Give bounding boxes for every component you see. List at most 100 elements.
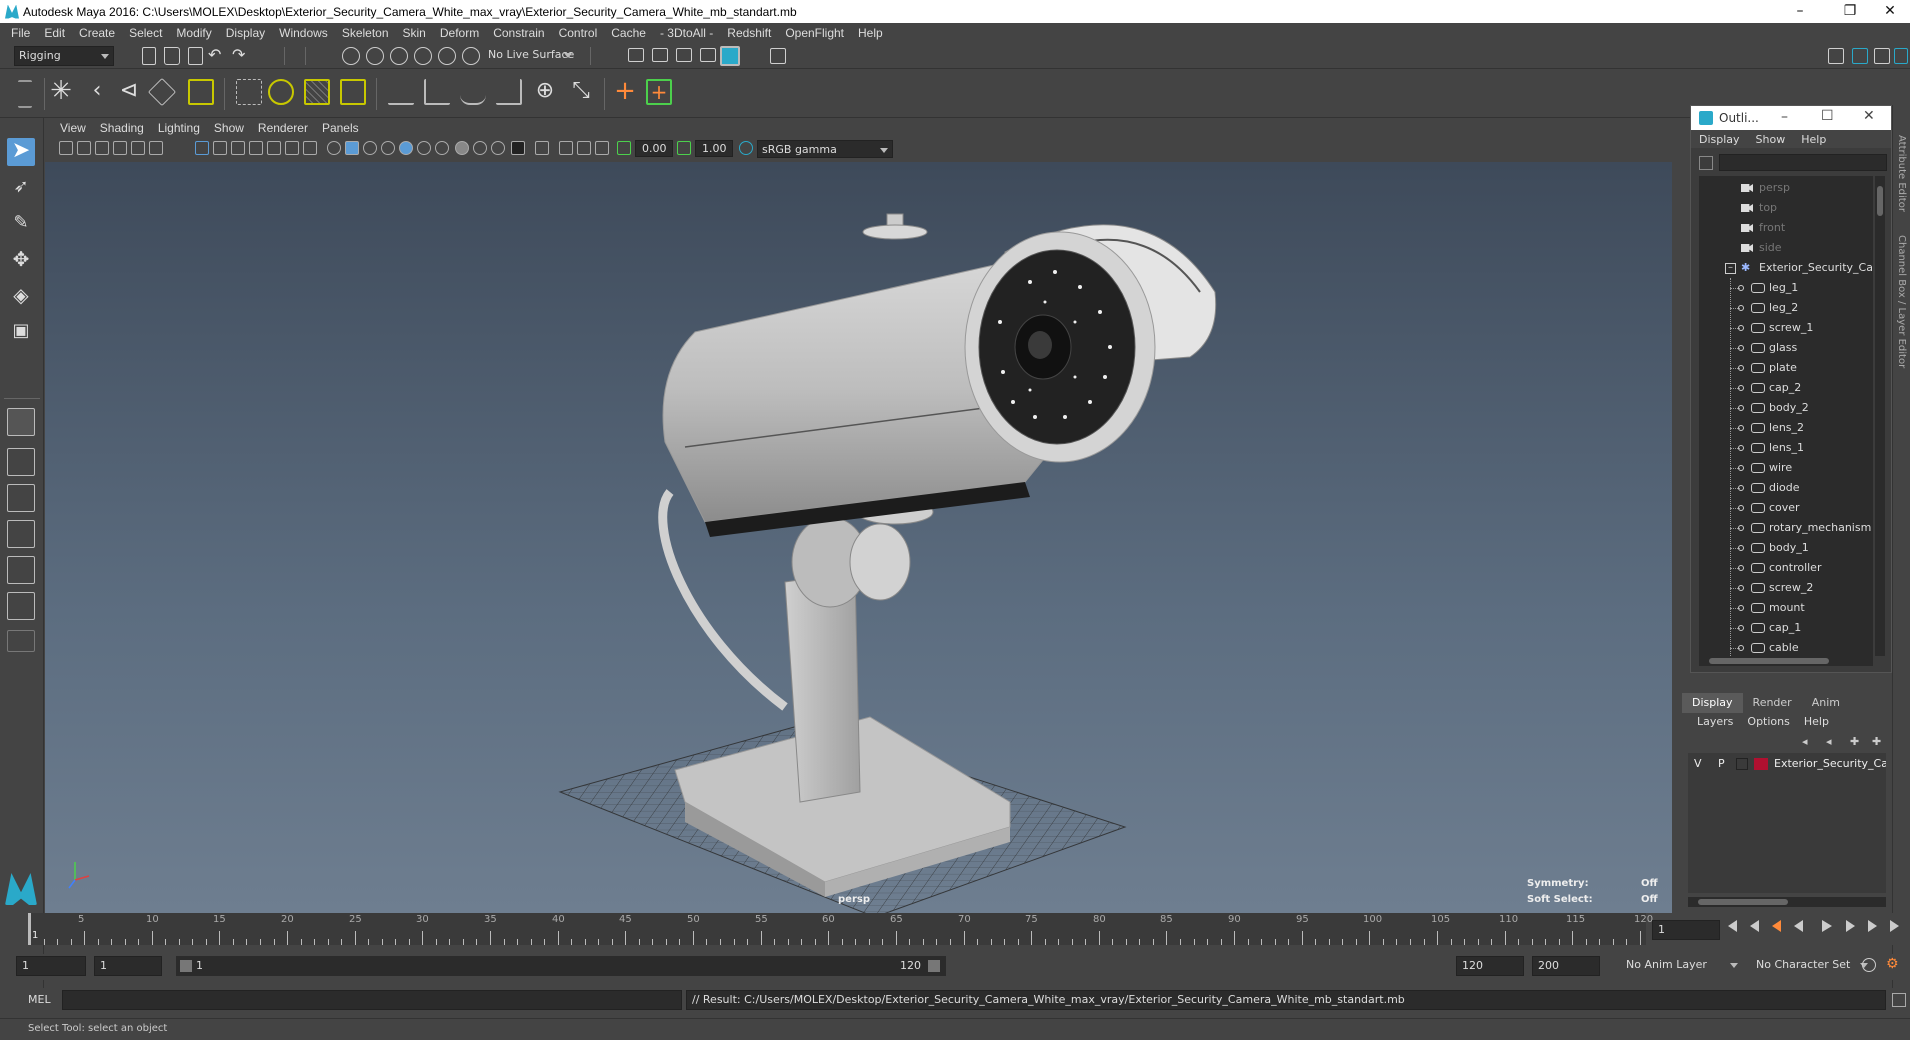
panel-menu-view[interactable]: View — [53, 121, 93, 135]
render-frame-icon[interactable] — [652, 48, 668, 62]
layer-hscroll[interactable] — [1688, 897, 1886, 907]
step-back-key-button[interactable] — [1750, 920, 1759, 932]
outliner-item-rotary-mechanism[interactable]: rotary_mechanism — [1699, 518, 1873, 538]
parent-constraint-icon[interactable] — [388, 79, 414, 105]
rotate-tool-icon[interactable]: ◈ — [7, 282, 35, 310]
outliner-item-screw-2[interactable]: screw_2 — [1699, 578, 1873, 598]
outliner-menu-help[interactable]: Help — [1793, 133, 1834, 146]
layer-menu-options[interactable]: Options — [1740, 713, 1796, 731]
select-by-component-icon[interactable] — [390, 47, 408, 65]
play-forwards-button[interactable] — [1822, 920, 1832, 932]
list-item[interactable]: side — [1699, 238, 1873, 258]
snap-curve-icon[interactable] — [438, 47, 456, 65]
live-surface-field[interactable]: No Live Surface — [484, 46, 576, 66]
menu-redshift[interactable]: Redshift — [720, 26, 778, 40]
command-language-label[interactable]: MEL — [28, 993, 51, 1006]
grease-pencil-icon[interactable] — [149, 141, 163, 155]
menu-help[interactable]: Help — [851, 26, 890, 40]
outliner-search-input[interactable] — [1719, 154, 1887, 171]
go-to-end-button[interactable] — [1890, 920, 1899, 932]
menu-deform[interactable]: Deform — [433, 26, 486, 40]
anim-preferences-icon[interactable]: ⚙ — [1886, 956, 1899, 972]
3d-scene-view[interactable]: persp Symmetry: Off Soft Select: Off — [45, 162, 1672, 918]
command-input[interactable] — [62, 990, 682, 1010]
animation-start-input[interactable]: 1 — [16, 956, 86, 976]
menu-display[interactable]: Display — [219, 26, 272, 40]
layer-name[interactable]: Exterior_Security_Camera — [1774, 755, 1886, 773]
outliner-item-screw-1[interactable]: screw_1 — [1699, 318, 1873, 338]
outliner-item-wire[interactable]: wire — [1699, 458, 1873, 478]
redo-icon[interactable]: ↷ — [232, 47, 250, 65]
multisample-aa-icon[interactable] — [473, 141, 487, 155]
wireframe-icon[interactable] — [327, 141, 341, 155]
bind-skin-icon[interactable] — [188, 79, 214, 105]
joint-tool-icon[interactable]: ✳ — [48, 78, 74, 105]
snap-grid-icon[interactable] — [414, 47, 432, 65]
attribute-editor-tab[interactable]: Attribute Editor — [1896, 135, 1907, 212]
channel-box-icon[interactable] — [1894, 48, 1908, 64]
backface-culling-icon[interactable] — [595, 141, 609, 155]
menu-skin[interactable]: Skin — [396, 26, 433, 40]
select-by-object-icon[interactable] — [366, 47, 384, 65]
undo-icon[interactable]: ↶ — [208, 47, 226, 65]
layer-playback-toggle[interactable]: P — [1718, 755, 1725, 773]
outliner-minimize-button[interactable]: – — [1781, 109, 1788, 125]
outliner-item-cover[interactable]: cover — [1699, 498, 1873, 518]
persp-graph-layout-icon[interactable] — [7, 520, 35, 548]
outliner-maximize-button[interactable]: ☐ — [1821, 108, 1834, 124]
outliner-item-cable[interactable]: cable — [1699, 638, 1873, 656]
scale-tool-icon[interactable]: ▣ — [7, 318, 35, 346]
layer-visibility-toggle[interactable]: V — [1694, 755, 1702, 773]
menu-openflight[interactable]: OpenFlight — [778, 26, 851, 40]
time-slider[interactable]: 5 10 15 20 25 30 35 40 45 50 55 60 65 70 75 80 85 90 95 100… — [0, 913, 1910, 945]
safe-title-icon[interactable] — [303, 141, 317, 155]
tab-render[interactable]: Render — [1743, 693, 1802, 713]
scale-constraint-icon[interactable] — [496, 79, 522, 105]
screen-space-ao-icon[interactable] — [435, 141, 449, 155]
layer-color-swatch[interactable] — [1754, 758, 1768, 770]
xray-components-icon[interactable] — [577, 141, 591, 155]
step-back-frame-button[interactable] — [1772, 920, 1781, 932]
outliner-item-lens-2[interactable]: lens_2 — [1699, 418, 1873, 438]
close-button[interactable]: ✕ — [1870, 0, 1910, 23]
outliner-menu-show[interactable]: Show — [1748, 133, 1794, 146]
character-set-dropdown[interactable]: No Character Set — [1752, 956, 1872, 976]
menu-edit[interactable]: Edit — [37, 26, 72, 40]
single-perspective-layout-icon[interactable] — [7, 408, 35, 436]
snap-point-icon[interactable] — [462, 47, 480, 65]
layer-type-toggle[interactable] — [1736, 758, 1748, 770]
transform-constraints-icon[interactable] — [770, 48, 786, 64]
layer-menu-help[interactable]: Help — [1797, 713, 1836, 731]
2d-pan-zoom-icon[interactable] — [131, 141, 145, 155]
go-to-start-button[interactable] — [1728, 920, 1737, 932]
range-slider[interactable]: 1 120 — [176, 956, 946, 976]
tool-settings-icon[interactable] — [1874, 48, 1890, 64]
play-backwards-button[interactable] — [1794, 920, 1803, 932]
outliner-vscroll[interactable] — [1875, 176, 1885, 656]
use-all-lights-icon[interactable] — [399, 141, 413, 155]
range-start-handle[interactable] — [180, 960, 192, 972]
outliner-titlebar[interactable]: Outli... – ☐ ✕ — [1691, 106, 1891, 130]
new-scene-icon[interactable] — [142, 47, 156, 65]
orient-constraint-icon[interactable] — [460, 79, 486, 105]
collapse-icon[interactable]: – — [1725, 263, 1736, 274]
attribute-editor-icon[interactable] — [1852, 48, 1868, 64]
gamma-icon[interactable] — [677, 141, 691, 155]
auto-key-icon[interactable] — [1862, 958, 1876, 972]
panel-menu-renderer[interactable]: Renderer — [251, 121, 315, 135]
modeling-toolkit-icon[interactable] — [1828, 48, 1844, 64]
textured-icon[interactable] — [381, 141, 395, 155]
outliner-item-body-2[interactable]: body_2 — [1699, 398, 1873, 418]
restore-button[interactable]: ❐ — [1830, 0, 1870, 23]
view-transform-dropdown[interactable]: sRGB gamma — [757, 140, 893, 158]
panel-menu-panels[interactable]: Panels — [315, 121, 366, 135]
outliner-item-cap-2[interactable]: cap_2 — [1699, 378, 1873, 398]
outliner-hscroll[interactable] — [1699, 656, 1873, 666]
time-ruler[interactable]: 5 10 15 20 25 30 35 40 45 50 55 60 65 70 75 80 85 90 95 100… — [28, 913, 1653, 945]
range-end-handle[interactable] — [928, 960, 940, 972]
step-forward-frame-button[interactable] — [1846, 920, 1855, 932]
menu-constrain[interactable]: Constrain — [486, 26, 551, 40]
lattice-icon[interactable] — [304, 79, 330, 105]
persp-uv-layout-icon[interactable] — [7, 592, 35, 620]
color-management-icon[interactable] — [739, 141, 753, 155]
